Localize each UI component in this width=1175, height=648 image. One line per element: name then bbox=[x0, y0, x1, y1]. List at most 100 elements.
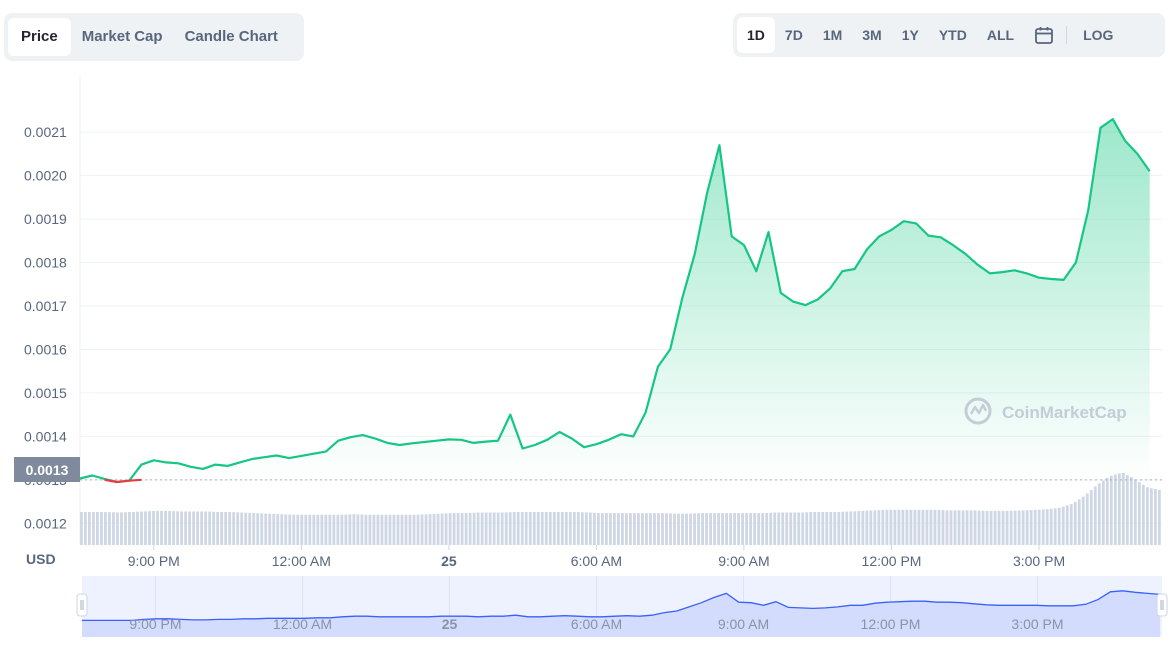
volume-bar bbox=[104, 512, 107, 545]
volume-bar bbox=[232, 512, 236, 545]
volume-bar bbox=[1077, 499, 1081, 545]
volume-bar bbox=[1121, 472, 1125, 545]
volume-bar bbox=[412, 514, 416, 545]
volume-bar bbox=[1129, 477, 1133, 545]
volume-bar bbox=[360, 514, 364, 545]
volume-bar bbox=[572, 512, 576, 545]
volume-bar bbox=[464, 513, 468, 545]
navigator-tick-label: 9:00 AM bbox=[718, 616, 769, 632]
y-tick-label: 0.0019 bbox=[24, 211, 67, 227]
volume-bar bbox=[168, 510, 171, 545]
volume-bar bbox=[833, 512, 837, 545]
volume-bar bbox=[1153, 489, 1157, 545]
volume-bar bbox=[108, 512, 111, 545]
volume-bar bbox=[769, 512, 773, 545]
volume-bar bbox=[444, 513, 448, 545]
volume-bar bbox=[837, 511, 841, 545]
volume-bar bbox=[813, 512, 817, 545]
volume-bar bbox=[524, 512, 528, 545]
volume-bar bbox=[484, 512, 488, 545]
volume-bar bbox=[268, 513, 272, 545]
volume-bar bbox=[280, 514, 284, 545]
volume-bar bbox=[897, 509, 901, 545]
price-chart[interactable]: 0.0012 0.0013 0.0014 0.0015 0.0016 0.0017 0.00… bbox=[0, 0, 1175, 648]
volume-bar bbox=[777, 512, 781, 545]
volume-bar bbox=[861, 510, 865, 545]
volume-bar bbox=[244, 512, 248, 545]
volume-bar bbox=[993, 510, 997, 545]
volume-bar bbox=[1137, 482, 1141, 545]
volume-bar bbox=[933, 509, 937, 545]
volume-bar bbox=[669, 513, 672, 545]
volume-bar bbox=[548, 512, 552, 545]
navigator-tick-label: 12:00 PM bbox=[861, 616, 921, 632]
volume-bar bbox=[208, 511, 212, 545]
volume-bar bbox=[701, 513, 704, 545]
volume-bar bbox=[977, 510, 981, 545]
volume-bar bbox=[468, 512, 472, 545]
x-tick-label: 25 bbox=[441, 553, 457, 569]
volume-bar bbox=[909, 509, 913, 545]
volume-bar bbox=[456, 513, 460, 545]
volume-bar bbox=[889, 509, 893, 545]
volume-bar bbox=[608, 513, 612, 545]
navigator-tick-label: 9:00 PM bbox=[129, 616, 181, 632]
volume-bar bbox=[152, 510, 155, 545]
volume-bar bbox=[376, 514, 380, 545]
volume-bar bbox=[673, 513, 676, 545]
volume-bar bbox=[1005, 510, 1009, 545]
volume-bar bbox=[216, 511, 220, 545]
volume-bar bbox=[749, 513, 753, 545]
volume-bar bbox=[985, 510, 989, 545]
volume-bar bbox=[500, 512, 504, 545]
volume-bar bbox=[905, 509, 909, 545]
y-tick-label: 0.0018 bbox=[24, 255, 67, 271]
volume-bar bbox=[452, 513, 456, 545]
volume-bar bbox=[713, 513, 716, 545]
volume-bar bbox=[1065, 505, 1069, 545]
navigator-left-handle[interactable] bbox=[76, 593, 88, 617]
volume-bar bbox=[80, 512, 83, 545]
volume-bar bbox=[300, 514, 304, 545]
volume-bar bbox=[580, 512, 584, 545]
volume-bar bbox=[492, 512, 496, 545]
volume-bar bbox=[1013, 510, 1017, 545]
volume-bar bbox=[380, 514, 384, 545]
volume-bar bbox=[689, 513, 692, 545]
volume-bar bbox=[965, 510, 969, 545]
volume-bar bbox=[997, 510, 1001, 545]
volume-bar bbox=[1053, 508, 1057, 545]
volume-bar bbox=[869, 510, 873, 545]
volume-bar bbox=[236, 512, 240, 545]
volume-bar bbox=[92, 512, 95, 545]
volume-bar bbox=[1009, 510, 1013, 545]
volume-bar bbox=[757, 513, 761, 545]
volume-bar bbox=[372, 514, 376, 545]
volume-bar bbox=[220, 512, 224, 545]
volume-bar bbox=[901, 509, 905, 545]
navigator[interactable]: 9:00 PM 12:00 AM 25 6:00 AM 9:00 AM 12:00 PM 3… bbox=[76, 576, 1168, 637]
volume-bar bbox=[1125, 475, 1129, 545]
volume-bar bbox=[584, 512, 588, 545]
y-tick-label: 0.0017 bbox=[24, 298, 67, 314]
volume-bar bbox=[741, 513, 745, 545]
volume-bar bbox=[1073, 502, 1077, 545]
volume-bar bbox=[733, 513, 737, 545]
volume-bar bbox=[661, 513, 664, 545]
volume-bar bbox=[961, 510, 965, 545]
navigator-right-handle[interactable] bbox=[1156, 593, 1168, 617]
volume-bar bbox=[941, 510, 945, 545]
volume-bar bbox=[789, 512, 793, 545]
volume-bar bbox=[176, 511, 179, 545]
volume-bar bbox=[973, 510, 977, 545]
volume-bar bbox=[1041, 509, 1045, 545]
x-tick-label: 12:00 PM bbox=[862, 553, 922, 569]
volume-bar bbox=[472, 512, 476, 545]
volume-bar bbox=[877, 510, 881, 545]
volume-bar bbox=[400, 514, 404, 545]
volume-bar bbox=[1085, 493, 1089, 545]
volume-bar bbox=[148, 511, 151, 545]
volume-bar bbox=[633, 513, 636, 545]
volume-bar bbox=[929, 509, 933, 545]
volume-bar bbox=[1109, 475, 1113, 545]
